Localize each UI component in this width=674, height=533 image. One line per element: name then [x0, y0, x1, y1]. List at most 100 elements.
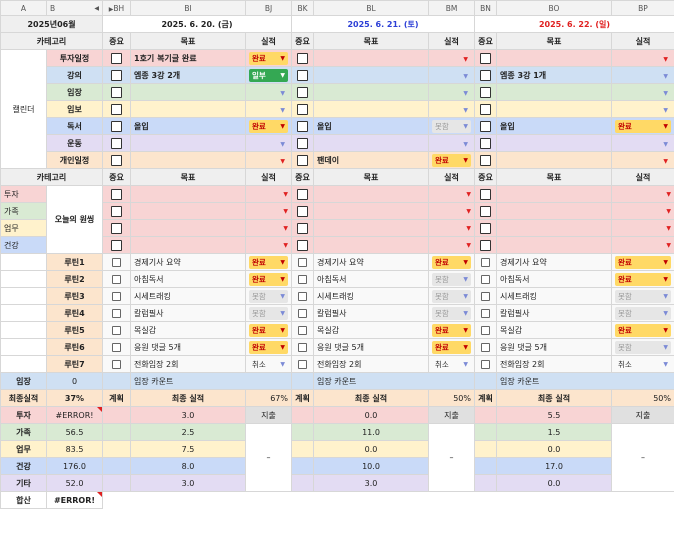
imjang-spacer[interactable] [474, 372, 497, 390]
routine-checkbox-cell[interactable] [291, 338, 314, 356]
onething-category-label[interactable]: 건강 [0, 236, 47, 254]
result-cell[interactable]: ▼ [245, 202, 292, 220]
importance-checkbox-cell[interactable] [474, 236, 497, 254]
result-dropdown[interactable]: ▼ [432, 72, 471, 81]
final-category-value[interactable]: #ERROR! [46, 406, 103, 424]
routine-checkbox-cell[interactable] [474, 253, 497, 271]
checkbox[interactable] [111, 52, 122, 64]
importance-checkbox-cell[interactable] [291, 100, 314, 118]
checkbox[interactable] [298, 308, 307, 318]
result-dropdown[interactable]: 못함 ▼ [249, 306, 288, 320]
plan-cell[interactable] [291, 440, 314, 458]
calendar-category-label[interactable]: 강의 [46, 66, 103, 84]
result-cell[interactable]: ▼ [245, 134, 292, 152]
routine-goal-cell[interactable]: 전화임장 2회 [130, 355, 246, 373]
checkbox[interactable] [480, 52, 491, 64]
importance-checkbox-cell[interactable] [102, 219, 131, 237]
final-result-cell[interactable]: 8.0 [130, 457, 246, 475]
goal-cell[interactable] [313, 202, 429, 220]
result-header[interactable]: 실적 [245, 32, 292, 50]
importance-checkbox-cell[interactable] [291, 66, 314, 84]
routine-goal-cell[interactable]: 아침독서 [130, 270, 246, 288]
result-cell[interactable]: ▼ [428, 202, 475, 220]
goal-header[interactable]: 목표 [496, 32, 612, 50]
importance-checkbox-cell[interactable] [474, 49, 497, 67]
final-result-cell[interactable]: 0.0 [313, 440, 429, 458]
row-spacer[interactable] [0, 338, 47, 356]
result-dropdown[interactable]: 완료 ▼ [615, 119, 671, 133]
routine-result-cell[interactable]: 완료 ▼ [245, 253, 292, 271]
routine-checkbox-cell[interactable] [474, 287, 497, 305]
col-header-b[interactable]: B ◀ [46, 0, 103, 16]
importance-checkbox-cell[interactable] [291, 49, 314, 67]
row-spacer[interactable] [0, 355, 47, 373]
status-cell[interactable]: 지출 [428, 406, 475, 424]
plan-cell[interactable] [102, 423, 131, 441]
routine-checkbox-cell[interactable] [102, 304, 131, 322]
result-cell[interactable]: ▼ [611, 49, 674, 67]
routine-checkbox-cell[interactable] [102, 253, 131, 271]
importance-checkbox-cell[interactable] [474, 219, 497, 237]
result-cell[interactable]: ▼ [428, 134, 475, 152]
final-result-cell[interactable]: 17.0 [496, 457, 612, 475]
importance-checkbox-cell[interactable] [291, 236, 314, 254]
checkbox[interactable] [111, 239, 122, 251]
checkbox[interactable] [111, 222, 122, 234]
plan-cell[interactable] [474, 423, 497, 441]
importance-checkbox-cell[interactable] [102, 49, 131, 67]
goal-cell[interactable] [496, 185, 612, 203]
routine-result-cell[interactable]: 완료 ▼ [245, 270, 292, 288]
imjang-spacer[interactable] [102, 372, 131, 390]
col-header-bi[interactable]: BI [130, 0, 246, 16]
col-header-bm[interactable]: BM [428, 0, 475, 16]
imjang-count-label[interactable]: 임장 카운트 [130, 372, 292, 390]
final-result-cell[interactable]: 11.0 [313, 423, 429, 441]
result-dropdown[interactable]: ▼ [432, 225, 471, 232]
result-cell[interactable]: ▼ [245, 236, 292, 254]
final-result-cell[interactable]: 5.5 [496, 406, 612, 424]
routine-result-cell[interactable]: 완료 ▼ [245, 338, 292, 356]
result-dropdown[interactable]: 완료 ▼ [249, 51, 288, 65]
checkbox[interactable] [481, 308, 490, 318]
result-cell[interactable]: ▼ [611, 100, 674, 118]
final-value[interactable]: 37% [46, 389, 103, 407]
importance-checkbox-cell[interactable] [474, 100, 497, 118]
onething-category-label[interactable]: 업무 [0, 219, 47, 237]
day-percent[interactable]: 50% [611, 389, 674, 407]
checkbox[interactable] [111, 137, 122, 149]
goal-cell[interactable] [496, 151, 612, 169]
plan-cell[interactable] [474, 474, 497, 492]
result-dropdown[interactable]: 취소 ▼ [432, 358, 471, 371]
checkbox[interactable] [298, 342, 307, 352]
routine-result-cell[interactable]: 못함 ▼ [611, 287, 674, 305]
checkbox[interactable] [297, 120, 308, 132]
date-cell-0[interactable]: 2025. 6. 20. (금) [102, 15, 292, 33]
plan-cell[interactable] [102, 406, 131, 424]
goal-cell[interactable] [496, 134, 612, 152]
goal-cell[interactable] [130, 134, 246, 152]
final-result-header[interactable]: 최종 실적 [313, 389, 429, 407]
routine-checkbox-cell[interactable] [474, 355, 497, 373]
result-cell[interactable]: 못함 ▼ [428, 117, 475, 135]
goal-cell[interactable]: 엠종 3강 2개 [130, 66, 246, 84]
final-result-header[interactable]: 최종 실적 [496, 389, 612, 407]
result-dropdown[interactable]: 못함 ▼ [249, 289, 288, 303]
routine-checkbox-cell[interactable] [102, 355, 131, 373]
goal-cell[interactable] [313, 236, 429, 254]
result-dropdown[interactable]: ▼ [615, 157, 671, 166]
goal-cell[interactable]: 엠종 3강 1개 [496, 66, 612, 84]
result-dropdown[interactable]: 완료 ▼ [432, 153, 471, 167]
result-dropdown[interactable]: ▼ [615, 72, 671, 81]
importance-checkbox-cell[interactable] [474, 134, 497, 152]
result-header[interactable]: 실적 [611, 168, 674, 186]
date-cell-1[interactable]: 2025. 6. 21. (토) [291, 15, 475, 33]
plan-header[interactable]: 계획 [102, 389, 131, 407]
plan-cell[interactable] [291, 423, 314, 441]
checkbox[interactable] [298, 291, 307, 301]
checkbox[interactable] [481, 291, 490, 301]
result-dropdown[interactable]: ▼ [249, 157, 288, 166]
calendar-category-label[interactable]: 개인일정 [46, 151, 103, 169]
checkbox[interactable] [298, 359, 307, 369]
result-dropdown[interactable]: 못함 ▼ [432, 272, 471, 286]
checkbox[interactable] [480, 137, 491, 149]
